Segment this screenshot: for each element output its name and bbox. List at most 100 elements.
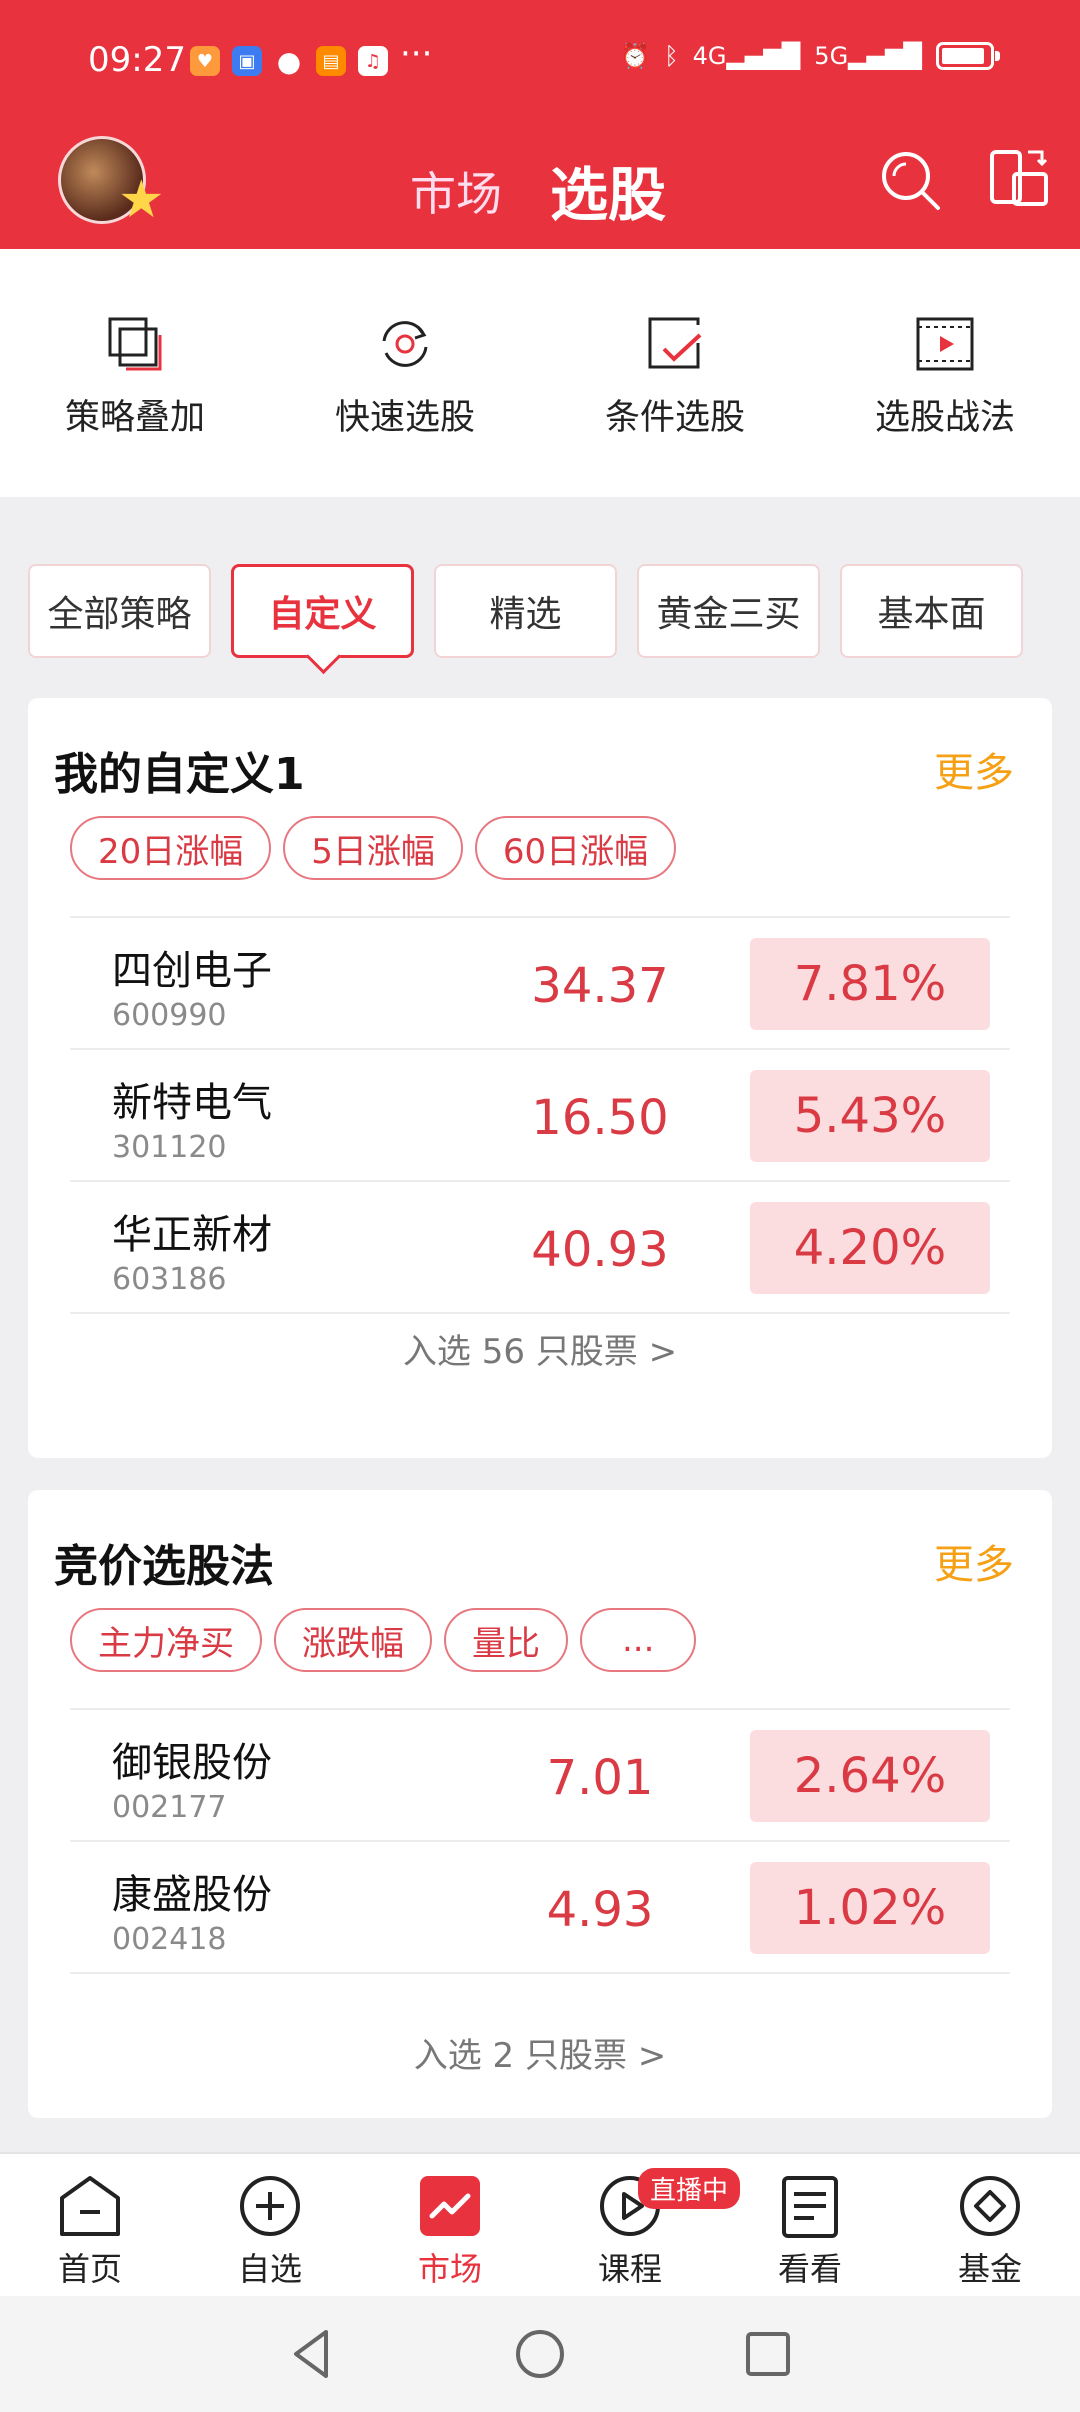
status-time: 09:27 xyxy=(88,40,186,80)
tool-select-tactics[interactable]: 选股战法 xyxy=(810,249,1080,497)
strategy-card-auction: 竞价选股法 更多 主力净买 涨跌幅 量比 ... 御银股份 002177 7.0… xyxy=(28,1490,1052,2118)
bluetooth-icon: ᛒ xyxy=(664,42,679,70)
stock-row[interactable]: 康盛股份 002418 4.93 1.02% xyxy=(70,1842,1010,1974)
tag-list: 20日涨幅 5日涨幅 60日涨幅 xyxy=(70,816,677,880)
bottom-nav: 首页 自选 市场 直播中 课程 看看 基金 xyxy=(0,2152,1080,2296)
more-link[interactable]: 更多 xyxy=(934,740,1014,798)
stock-name: 御银股份 xyxy=(112,1740,272,1786)
selected-count-link[interactable]: 入选 56 只股票 > xyxy=(28,1324,1052,1373)
stock-list: 四创电子 600990 34.37 7.81% 新特电气 301120 16.5… xyxy=(70,916,1010,1314)
strategy-card-custom1: 我的自定义1 更多 20日涨幅 5日涨幅 60日涨幅 四创电子 600990 3… xyxy=(28,698,1052,1458)
wallet-app-icon: ▣ xyxy=(232,46,262,76)
tag-list: 主力净买 涨跌幅 量比 ... xyxy=(70,1608,697,1672)
stock-code: 002418 xyxy=(112,1922,227,1957)
chip-all-strategies[interactable]: 全部策略 xyxy=(28,564,211,658)
diamond-icon xyxy=(960,2176,1020,2236)
stock-name: 康盛股份 xyxy=(112,1872,272,1918)
stock-list: 御银股份 002177 7.01 2.64% 康盛股份 002418 4.93 … xyxy=(70,1708,1010,1974)
stock-price: 40.93 xyxy=(531,1222,669,1278)
stock-code: 603186 xyxy=(112,1262,227,1297)
recents-icon[interactable] xyxy=(738,2324,798,2384)
chat-icon: ● xyxy=(276,44,302,78)
card-title: 竞价选股法 xyxy=(54,1541,274,1592)
stock-code: 301120 xyxy=(112,1130,227,1165)
stock-price: 16.50 xyxy=(531,1090,669,1146)
status-system-icons: ⏰ ᛒ 4G▂▄▆█ 5G▂▄▆█ xyxy=(620,42,1000,70)
stock-row[interactable]: 新特电气 301120 16.50 5.43% xyxy=(70,1050,1010,1182)
stock-name: 四创电子 xyxy=(112,948,272,994)
home-circle-icon[interactable] xyxy=(510,2324,570,2384)
tab-market[interactable]: 市场 xyxy=(410,158,502,224)
stock-name: 新特电气 xyxy=(112,1080,272,1126)
tag-volume-ratio[interactable]: 量比 xyxy=(444,1608,568,1672)
stock-code: 002177 xyxy=(112,1790,227,1825)
heart-app-icon: ♥ xyxy=(190,46,220,76)
chip-fundamentals[interactable]: 基本面 xyxy=(840,564,1023,658)
system-nav-bar xyxy=(0,2296,1080,2412)
document-icon xyxy=(782,2176,838,2238)
stock-row[interactable]: 御银股份 002177 7.01 2.64% xyxy=(70,1710,1010,1842)
stock-price: 4.93 xyxy=(546,1882,654,1938)
chip-featured[interactable]: 精选 xyxy=(434,564,617,658)
stock-change-badge: 1.02% xyxy=(750,1862,990,1954)
stock-change-badge: 5.43% xyxy=(750,1070,990,1162)
tool-strategy-overlay[interactable]: 策略叠加 xyxy=(0,249,270,497)
nav-funds[interactable]: 基金 xyxy=(900,2154,1080,2296)
more-link[interactable]: 更多 xyxy=(934,1532,1014,1590)
nav-watch[interactable]: 看看 xyxy=(720,2154,900,2296)
tool-label: 快速选股 xyxy=(334,398,475,438)
stock-price: 7.01 xyxy=(546,1750,654,1806)
nav-label: 看看 xyxy=(777,2250,842,2288)
tag-change[interactable]: 涨跌幅 xyxy=(274,1608,432,1672)
status-more-icon: ··· xyxy=(400,34,433,74)
check-square-icon xyxy=(648,317,702,369)
tag-main-net-buy[interactable]: 主力净买 xyxy=(70,1608,262,1672)
strategy-filter-chips: 全部策略 自定义 精选 黄金三买 基本面 xyxy=(28,564,1023,658)
device-switch-icon[interactable] xyxy=(988,146,1050,212)
tool-condition-select[interactable]: 条件选股 xyxy=(540,249,810,497)
tag-more[interactable]: ... xyxy=(580,1608,697,1672)
tool-label: 策略叠加 xyxy=(64,398,205,438)
tool-label: 条件选股 xyxy=(604,398,745,438)
selected-count-link[interactable]: 入选 2 只股票 > xyxy=(28,2028,1052,2077)
tag-5d-gain[interactable]: 5日涨幅 xyxy=(283,816,463,880)
search-icon[interactable] xyxy=(878,148,942,212)
tool-label: 选股战法 xyxy=(874,398,1015,438)
stock-price: 34.37 xyxy=(531,958,669,1014)
nav-market[interactable]: 市场 xyxy=(360,2154,540,2296)
nav-courses[interactable]: 直播中 课程 xyxy=(540,2154,741,2296)
video-icon xyxy=(916,317,974,371)
signal-5g-icon: 5G▂▄▆█ xyxy=(814,42,922,70)
market-icon xyxy=(420,2176,480,2236)
star-icon: ★ xyxy=(118,170,165,230)
chip-golden-three-buys[interactable]: 黄金三买 xyxy=(637,564,820,658)
nav-watchlist[interactable]: 自选 xyxy=(180,2154,360,2296)
stack-icon xyxy=(108,317,162,371)
nav-home[interactable]: 首页 xyxy=(0,2154,180,2296)
tag-20d-gain[interactable]: 20日涨幅 xyxy=(70,816,272,880)
tool-quick-select[interactable]: 快速选股 xyxy=(270,249,540,497)
music-app-icon: ♫ xyxy=(358,46,388,76)
stock-code: 600990 xyxy=(112,998,227,1033)
top-header: 09:27 ♥ ▣ ● ▤ ♫ ··· ⏰ ᛒ 4G▂▄▆█ 5G▂▄▆█ ★ … xyxy=(0,0,1080,249)
stock-row[interactable]: 四创电子 600990 34.37 7.81% xyxy=(70,918,1010,1050)
refresh-icon xyxy=(382,321,428,367)
stock-name: 华正新材 xyxy=(112,1212,272,1258)
card-title: 我的自定义1 xyxy=(54,749,305,800)
nav-label: 课程 xyxy=(597,2250,662,2288)
back-icon[interactable] xyxy=(282,2324,342,2384)
chip-custom[interactable]: 自定义 xyxy=(231,564,414,658)
stock-change-badge: 7.81% xyxy=(750,938,990,1030)
nav-label: 市场 xyxy=(417,2250,482,2288)
status-notification-icons: ♥ ▣ ● ▤ ♫ xyxy=(190,44,388,78)
tag-60d-gain[interactable]: 60日涨幅 xyxy=(474,816,677,880)
stock-change-badge: 4.20% xyxy=(750,1202,990,1294)
tab-select-stock[interactable]: 选股 xyxy=(550,148,666,232)
plus-circle-icon xyxy=(240,2176,300,2236)
nav-label: 基金 xyxy=(957,2250,1022,2288)
stock-row[interactable]: 华正新材 603186 40.93 4.20% xyxy=(70,1182,1010,1314)
nav-label: 首页 xyxy=(57,2250,122,2288)
nav-label: 自选 xyxy=(237,2250,302,2288)
stock-change-badge: 2.64% xyxy=(750,1730,990,1822)
home-icon xyxy=(60,2176,120,2236)
